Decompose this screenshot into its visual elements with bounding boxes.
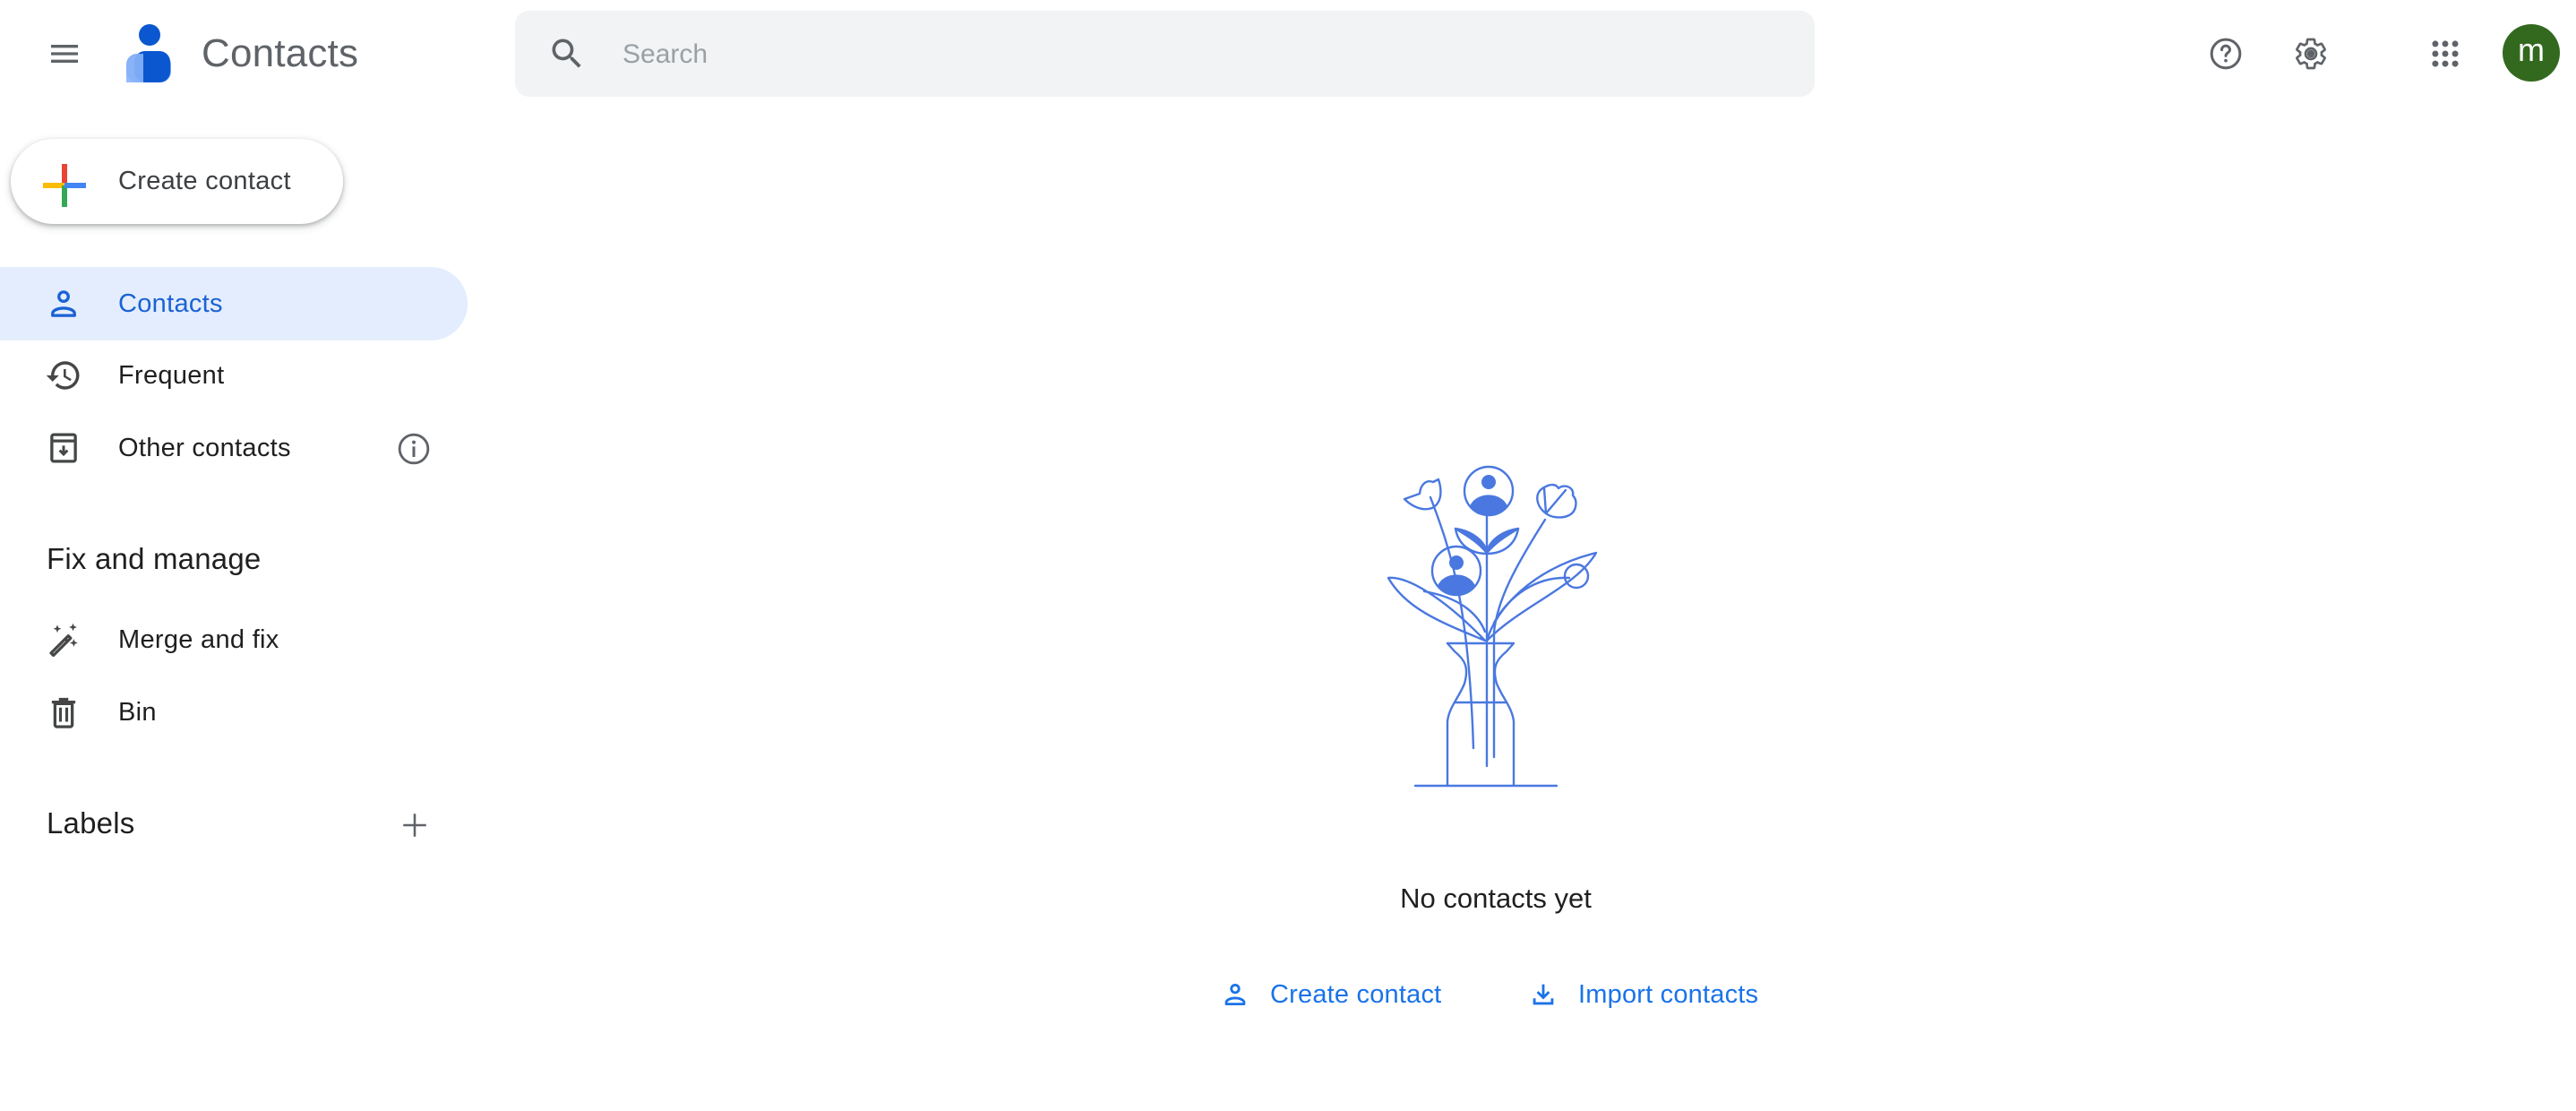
- sidebar-item-label: Other contacts: [118, 434, 291, 462]
- history-icon: [46, 361, 80, 390]
- magic-wand-icon: [49, 623, 78, 658]
- sidebar-item-label: Merge and fix: [118, 625, 279, 654]
- round-flower: [1536, 483, 1577, 519]
- sidebar-item-merge-and-fix[interactable]: Merge and fix: [0, 603, 468, 676]
- left-person-avatar: [1430, 545, 1482, 597]
- sidebar-item-label: Bin: [118, 698, 157, 727]
- google-apps-button[interactable]: [2418, 27, 2472, 81]
- contacts-logo-icon: [124, 22, 179, 84]
- apps-grid-icon: [2432, 40, 2459, 67]
- hamburger-menu-icon: [51, 45, 78, 63]
- search-input[interactable]: [621, 11, 1771, 99]
- import-contacts-link-label: Import contacts: [1578, 979, 1759, 1009]
- search-icon[interactable]: [547, 34, 587, 73]
- person-icon: [51, 290, 76, 317]
- empty-state-import-contacts-button[interactable]: Import contacts: [1528, 971, 1758, 1018]
- top-person-avatar: [1463, 465, 1515, 517]
- account-avatar[interactable]: m: [2503, 24, 2560, 82]
- main-menu-button[interactable]: [29, 18, 100, 90]
- trash-icon: [51, 697, 76, 728]
- search-bar[interactable]: [515, 11, 1815, 99]
- other-contacts-info-button[interactable]: [394, 429, 434, 469]
- app-title: Contacts: [202, 31, 359, 75]
- create-contact-link-label: Create contact: [1270, 979, 1442, 1009]
- help-circle-icon: [2210, 38, 2242, 70]
- colorful-plus-icon: [43, 164, 86, 207]
- sidebar-item-contacts[interactable]: Contacts: [0, 267, 468, 340]
- sidebar-item-other-contacts[interactable]: Other contacts: [0, 411, 468, 485]
- settings-button[interactable]: [2284, 27, 2338, 81]
- sidebar-item-label: Contacts: [118, 289, 223, 318]
- empty-state-message: No contacts yet: [1400, 883, 1592, 914]
- sidebar-item-bin[interactable]: Bin: [0, 676, 468, 749]
- create-contact-button[interactable]: Create contact: [11, 139, 343, 224]
- create-contact-label: Create contact: [118, 167, 291, 195]
- tulip-flower: [1403, 478, 1442, 511]
- download-icon: [1533, 984, 1554, 1005]
- vase-flowers-illustration: [1387, 465, 1598, 788]
- person-icon: [1224, 983, 1246, 1006]
- fix-and-manage-heading: Fix and manage: [47, 542, 262, 575]
- sidebar-item-label: Frequent: [118, 361, 225, 390]
- plus-icon: [403, 814, 426, 837]
- add-label-button[interactable]: [391, 801, 439, 849]
- help-button[interactable]: [2199, 27, 2253, 81]
- labels-heading: Labels: [47, 806, 135, 840]
- info-icon: [398, 433, 430, 465]
- archive-download-icon: [50, 433, 77, 463]
- gear-icon: [2296, 38, 2326, 70]
- sidebar-item-frequent[interactable]: Frequent: [0, 339, 468, 412]
- empty-state-create-contact-button[interactable]: Create contact: [1220, 971, 1441, 1018]
